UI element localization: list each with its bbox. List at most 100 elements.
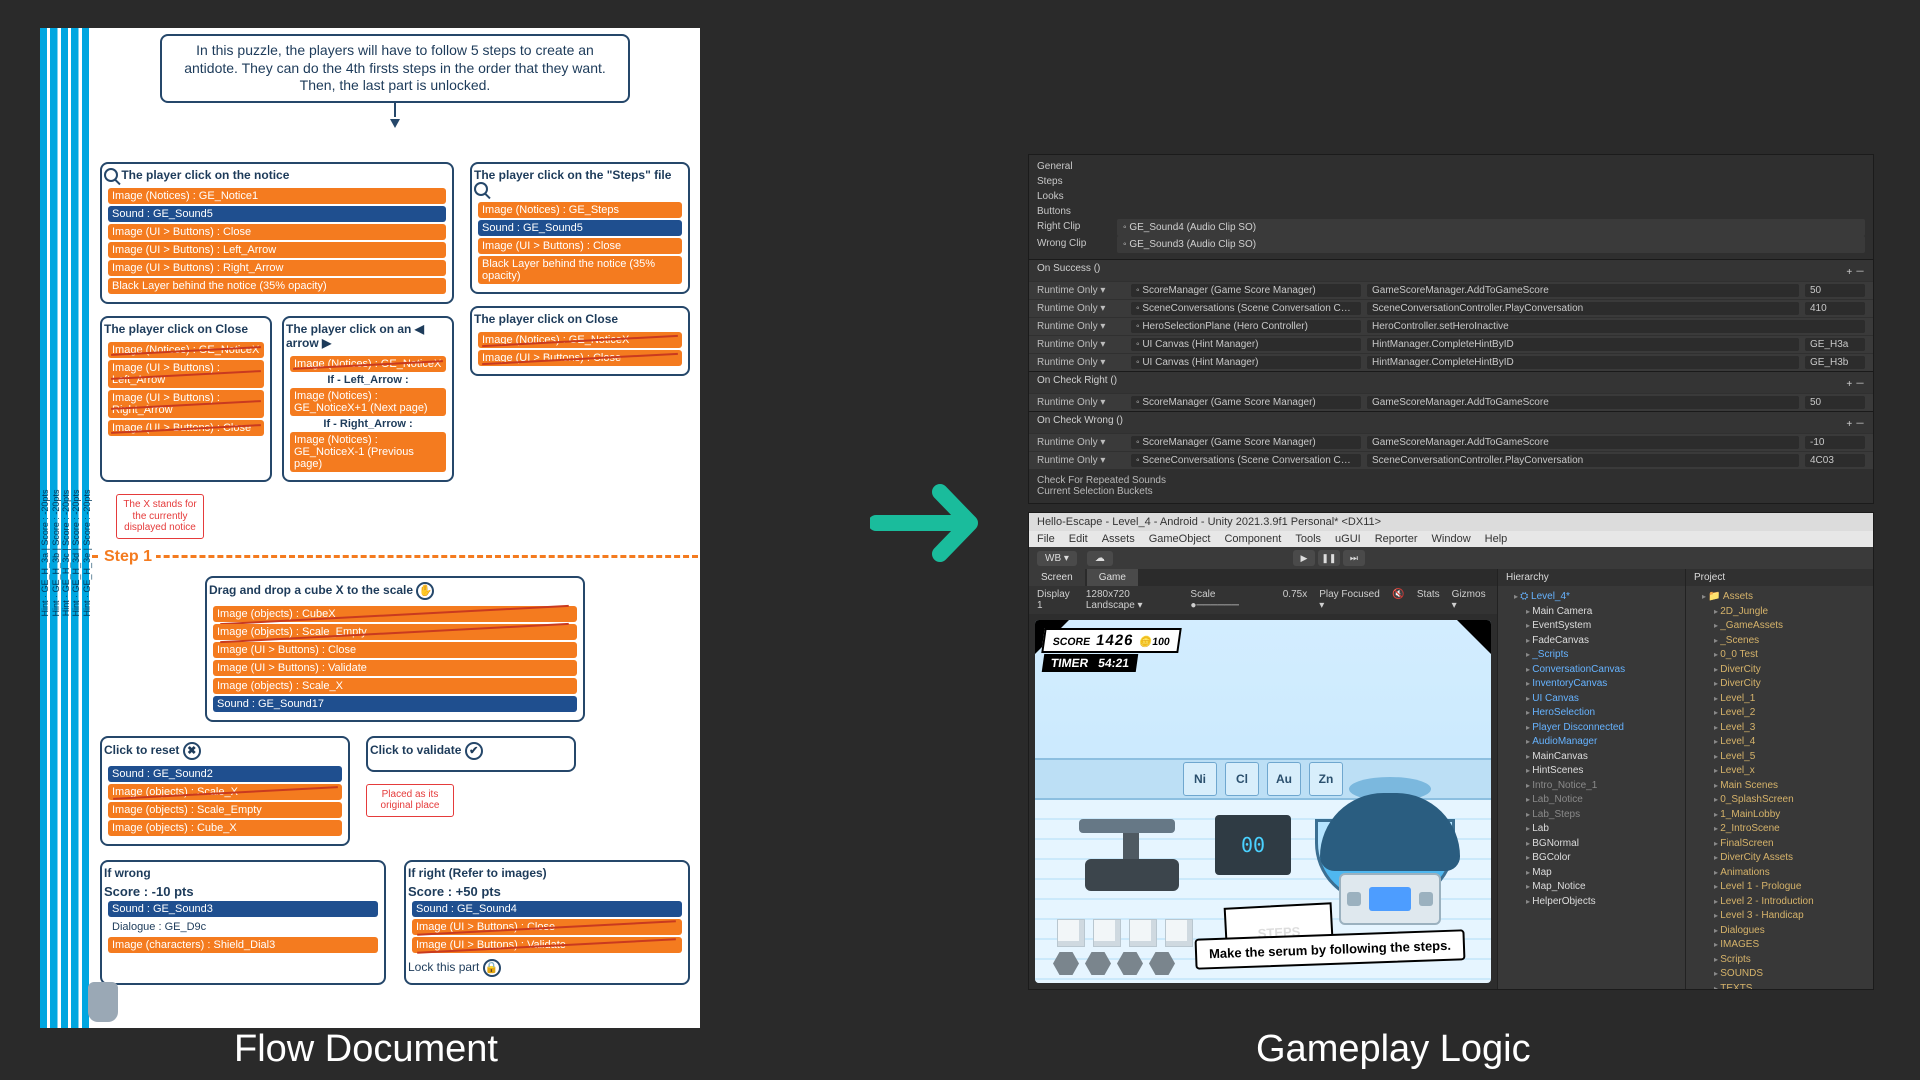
project-item[interactable]: Level 2 - Introduction: [1714, 895, 1869, 910]
project-item[interactable]: Level_x: [1714, 764, 1869, 779]
menu-edit[interactable]: Edit: [1069, 533, 1088, 545]
gp-scale-val: 0.75x: [1283, 589, 1307, 611]
hierarchy-item[interactable]: Intro_Notice_1: [1526, 779, 1681, 794]
gp-scale[interactable]: Scale ●──────: [1190, 589, 1258, 611]
hierarchy-item[interactable]: EventSystem: [1526, 619, 1681, 634]
event-row[interactable]: Runtime Only ▾◦ SceneConversations (Scen…: [1029, 299, 1873, 317]
flow-intro-text: In this puzzle, the players will have to…: [184, 42, 606, 93]
gp-stats[interactable]: Stats: [1417, 589, 1440, 611]
menu-gameobject[interactable]: GameObject: [1149, 533, 1211, 545]
project-item[interactable]: FinalScreen: [1714, 837, 1869, 852]
project-item[interactable]: DiverCity Assets: [1714, 851, 1869, 866]
menu-help[interactable]: Help: [1485, 533, 1508, 545]
gp-gizmos[interactable]: Gizmos ▾: [1452, 589, 1489, 611]
project-item[interactable]: Dialogues: [1714, 924, 1869, 939]
event-row[interactable]: Runtime Only ▾◦ HeroSelectionPlane (Hero…: [1029, 317, 1873, 335]
menu-assets[interactable]: Assets: [1102, 533, 1135, 545]
event-row[interactable]: Runtime Only ▾◦ SceneConversations (Scen…: [1029, 451, 1873, 469]
hierarchy-panel[interactable]: Hierarchy ⛭ Level_4*Main CameraEventSyst…: [1497, 569, 1685, 989]
flow-canvas: In this puzzle, the players will have to…: [92, 28, 700, 1028]
menu-tools[interactable]: Tools: [1295, 533, 1321, 545]
wb-dropdown[interactable]: WB ▾: [1037, 551, 1077, 566]
hierarchy-item[interactable]: InventoryCanvas: [1526, 677, 1681, 692]
project-item[interactable]: 0_0 Test: [1714, 648, 1869, 663]
project-item[interactable]: 0_SplashScreen: [1714, 793, 1869, 808]
cubes: [1057, 919, 1193, 947]
menu-ugui[interactable]: uGUI: [1335, 533, 1361, 545]
pause-button[interactable]: ❚❚: [1318, 550, 1340, 566]
project-item[interactable]: 1_MainLobby: [1714, 808, 1869, 823]
project-item[interactable]: Level 3 - Handicap: [1714, 909, 1869, 924]
hierarchy-item[interactable]: Map_Notice: [1526, 880, 1681, 895]
project-item[interactable]: _Scenes: [1714, 634, 1869, 649]
project-item[interactable]: Animations: [1714, 866, 1869, 881]
project-item[interactable]: 2D_Jungle: [1714, 605, 1869, 620]
gp-display[interactable]: Display 1: [1037, 589, 1074, 611]
hierarchy-item[interactable]: Map: [1526, 866, 1681, 881]
menu-file[interactable]: File: [1037, 533, 1055, 545]
toolbar[interactable]: WB ▾ ☁ ▶ ❚❚ ⏭: [1029, 547, 1873, 569]
footer-line-1: Check For Repeated Sounds: [1037, 475, 1865, 486]
project-item[interactable]: Level_4: [1714, 735, 1869, 750]
hierarchy-item[interactable]: HelperObjects: [1526, 895, 1681, 910]
menu-reporter[interactable]: Reporter: [1375, 533, 1418, 545]
right-clip-field[interactable]: ◦ GE_Sound4 (Audio Clip SO): [1117, 219, 1865, 236]
footer-line-2: Current Selection Buckets: [1037, 486, 1865, 497]
hierarchy-item[interactable]: MainCanvas: [1526, 750, 1681, 765]
tab-game[interactable]: Game: [1087, 569, 1138, 586]
hierarchy-item[interactable]: _Scripts: [1526, 648, 1681, 663]
menubar[interactable]: File Edit Assets GameObject Component Tools uG…: [1029, 531, 1873, 547]
hierarchy-item[interactable]: Lab_Notice: [1526, 793, 1681, 808]
gp-playmode[interactable]: Play Focused ▾: [1319, 589, 1380, 611]
project-item[interactable]: _GameAssets: [1714, 619, 1869, 634]
project-item[interactable]: DiverCity: [1714, 663, 1869, 678]
project-item[interactable]: Level_1: [1714, 692, 1869, 707]
project-item[interactable]: Level 1 - Prologue: [1714, 880, 1869, 895]
event-row[interactable]: Runtime Only ▾◦ ScoreManager (Game Score…: [1029, 433, 1873, 451]
unity-editor[interactable]: Hello-Escape - Level_4 - Android - Unity…: [1028, 512, 1874, 990]
project-item[interactable]: Scripts: [1714, 953, 1869, 968]
character-avatar-icon: [88, 982, 118, 1022]
project-item[interactable]: SOUNDS: [1714, 967, 1869, 982]
gp-mute-icon[interactable]: 🔇: [1392, 589, 1404, 611]
flow-spine: Hint · GE_H_3a | Score : -20pts Hint · G…: [40, 28, 92, 1028]
menu-window[interactable]: Window: [1432, 533, 1471, 545]
project-panel[interactable]: Project 📁 Assets2D_Jungle_GameAssets_Sce…: [1685, 569, 1873, 989]
hierarchy-item[interactable]: UI Canvas: [1526, 692, 1681, 707]
project-item[interactable]: Level_3: [1714, 721, 1869, 736]
hierarchy-item[interactable]: Player Disconnected: [1526, 721, 1681, 736]
play-button[interactable]: ▶: [1293, 550, 1315, 566]
node-wrong: If wrong Score : -10 pts Sound : GE_Soun…: [100, 860, 386, 985]
project-item[interactable]: TEXTS: [1714, 982, 1869, 990]
project-item[interactable]: Main Scenes: [1714, 779, 1869, 794]
project-item[interactable]: IMAGES: [1714, 938, 1869, 953]
project-item[interactable]: Level_2: [1714, 706, 1869, 721]
hierarchy-item[interactable]: FadeCanvas: [1526, 634, 1681, 649]
project-item[interactable]: DiverCity: [1714, 677, 1869, 692]
hierarchy-item[interactable]: ConversationCanvas: [1526, 663, 1681, 678]
gp-res[interactable]: 1280x720 Landscape ▾: [1086, 589, 1179, 611]
event-row[interactable]: Runtime Only ▾◦ ScoreManager (Game Score…: [1029, 281, 1873, 299]
step-button[interactable]: ⏭: [1343, 550, 1365, 566]
menu-component[interactable]: Component: [1224, 533, 1281, 545]
hierarchy-item[interactable]: HeroSelection: [1526, 706, 1681, 721]
hierarchy-item[interactable]: BGNormal: [1526, 837, 1681, 852]
hierarchy-item[interactable]: Lab: [1526, 822, 1681, 837]
project-item[interactable]: Level_5: [1714, 750, 1869, 765]
wrong-clip-field[interactable]: ◦ GE_Sound3 (Audio Clip SO): [1117, 236, 1865, 253]
flow-document-panel: Hint · GE_H_3a | Score : -20pts Hint · G…: [40, 28, 700, 1028]
hierarchy-item[interactable]: Lab_Steps: [1526, 808, 1681, 823]
project-item[interactable]: 2_IntroScene: [1714, 822, 1869, 837]
hierarchy-item[interactable]: AudioManager: [1526, 735, 1681, 750]
event-row[interactable]: Runtime Only ▾◦ UI Canvas (Hint Manager)…: [1029, 353, 1873, 371]
node-drag: Drag and drop a cube X to the scale ✋ Im…: [205, 576, 585, 722]
event-row[interactable]: Runtime Only ▾◦ ScoreManager (Game Score…: [1029, 393, 1873, 411]
lab-centrifuge: [1315, 793, 1465, 925]
hierarchy-item[interactable]: HintScenes: [1526, 764, 1681, 779]
event-row[interactable]: Runtime Only ▾◦ UI Canvas (Hint Manager)…: [1029, 335, 1873, 353]
hierarchy-item[interactable]: BGColor: [1526, 851, 1681, 866]
tab-scene[interactable]: Screen: [1029, 569, 1085, 586]
inspector-panel[interactable]: General Steps Looks Buttons Right Clip◦ …: [1028, 154, 1874, 504]
cloud-icon[interactable]: ☁: [1087, 551, 1113, 566]
hierarchy-item[interactable]: Main Camera: [1526, 605, 1681, 620]
